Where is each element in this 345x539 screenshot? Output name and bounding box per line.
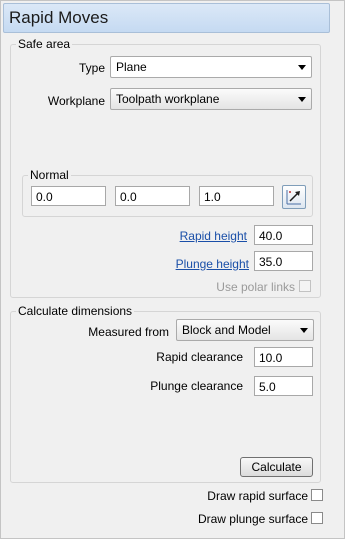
measured-from-select[interactable]: Block and Model [176, 319, 314, 341]
normal-label: Normal [28, 168, 71, 182]
dialog-title: Rapid Moves [9, 8, 109, 27]
workplane-select-value: Toolpath workplane [116, 92, 220, 106]
calculate-button[interactable]: Calculate [240, 457, 313, 477]
draw-rapid-surface-checkbox[interactable] [311, 489, 323, 501]
plunge-height-link[interactable]: Plunge height [150, 257, 249, 271]
rapid-clearance-value: 10.0 [259, 351, 283, 365]
plunge-clearance-label: Plunge clearance [150, 379, 243, 393]
draw-plunge-surface-checkbox[interactable] [311, 512, 323, 524]
chevron-down-icon [298, 97, 306, 102]
chevron-down-icon [300, 328, 308, 333]
workplane-label: Workplane [47, 94, 105, 108]
normal-z-input[interactable]: 1.0 [199, 186, 274, 206]
type-label: Type [78, 61, 105, 75]
normal-z-value: 1.0 [204, 190, 221, 204]
normal-x-input[interactable]: 0.0 [31, 186, 106, 206]
plunge-clearance-value: 5.0 [259, 380, 276, 394]
calculate-dimensions-label: Calculate dimensions [16, 304, 135, 318]
rapid-height-input[interactable]: 40.0 [254, 225, 313, 245]
measured-from-label: Measured from [88, 325, 169, 339]
use-polar-links-label: Use polar links [216, 280, 295, 294]
chevron-down-icon [298, 65, 306, 70]
rapid-clearance-label: Rapid clearance [156, 350, 243, 364]
measured-from-value: Block and Model [182, 323, 271, 337]
normal-x-value: 0.0 [36, 190, 53, 204]
rapid-clearance-input[interactable]: 10.0 [254, 347, 313, 367]
pick-direction-button[interactable] [282, 185, 306, 209]
draw-rapid-surface-label: Draw rapid surface [207, 489, 308, 503]
safe-area-label: Safe area [16, 37, 73, 51]
workplane-select[interactable]: Toolpath workplane [110, 88, 312, 110]
use-polar-links-checkbox[interactable] [299, 280, 311, 292]
normal-y-input[interactable]: 0.0 [115, 186, 190, 206]
type-select-value: Plane [116, 60, 147, 74]
plunge-height-input[interactable]: 35.0 [254, 251, 313, 271]
type-select[interactable]: Plane [110, 56, 312, 78]
pick-direction-icon [286, 190, 301, 205]
plunge-clearance-input[interactable]: 5.0 [254, 376, 313, 396]
normal-y-value: 0.0 [120, 190, 137, 204]
draw-plunge-surface-label: Draw plunge surface [197, 512, 308, 526]
title-bar: Rapid Moves [3, 3, 330, 33]
rapid-height-value: 40.0 [259, 229, 283, 243]
plunge-height-value: 35.0 [259, 255, 283, 269]
rapid-height-link[interactable]: Rapid height [150, 229, 247, 243]
